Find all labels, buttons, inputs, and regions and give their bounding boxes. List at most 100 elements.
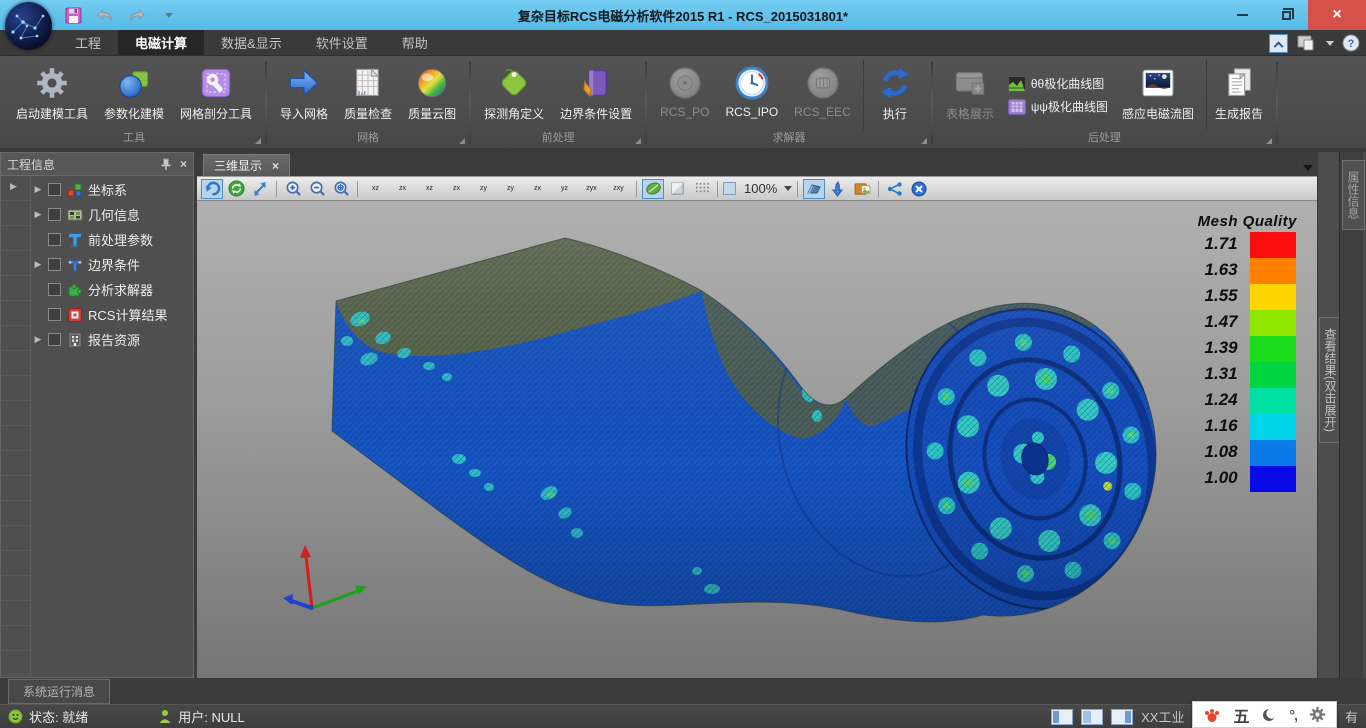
expand-arrow-icon[interactable] [33,184,43,195]
checkbox[interactable] [48,308,61,321]
ime-punctuation-label[interactable]: °, [1289,707,1297,723]
toolbar-overflow-icon[interactable] [1303,165,1313,171]
restore-button[interactable] [1264,0,1308,30]
tab-help[interactable]: 帮助 [385,30,445,55]
layout-right-panel-button[interactable] [1111,709,1133,725]
tab-software-settings[interactable]: 软件设置 [299,30,385,55]
theta-polarization-curve-button[interactable]: θθ极化曲线图 [1008,75,1108,92]
ime-settings-gear-icon[interactable] [1309,706,1326,723]
tree-item-boundary-conditions[interactable]: 边界条件 [31,252,193,277]
coordinate-system-icon [66,181,83,198]
import-view-button[interactable] [827,179,849,199]
table-display-button[interactable]: 表格展示 [938,60,1002,130]
layout-left-panel-button[interactable] [1051,709,1073,725]
solver-rcs-ipo-button[interactable]: RCS_IPO [717,60,786,130]
close-view-button[interactable] [908,179,930,199]
undo-button[interactable] [96,6,114,24]
panel-close-icon[interactable]: × [180,157,187,171]
checkbox[interactable] [48,283,61,296]
generate-report-button[interactable]: 生成报告 [1206,60,1271,130]
qat-customize-button[interactable] [160,6,178,24]
expand-arrow-icon[interactable] [33,334,43,345]
expand-arrow-icon[interactable] [33,209,43,220]
orbit-view-button[interactable] [225,179,247,199]
boundary-condition-settings-button[interactable]: 边界条件设置 [552,60,640,130]
tree-item-coordinate-system[interactable]: 坐标系 [31,177,193,202]
tab-3d-display[interactable]: 三维显示 [203,154,290,176]
mesh-partition-tool-button[interactable]: 网格剖分工具 [172,60,260,130]
import-mesh-button[interactable]: 导入网格 [272,60,336,130]
viewport-3d[interactable]: Mesh Quality 1.71 1.63 1.55 1.47 1.39 1.… [197,200,1317,678]
zoom-fit-button[interactable] [330,179,352,199]
tree-item-geometry-info[interactable]: 几何信息 [31,202,193,227]
launch-modeling-tool-button[interactable]: 启动建模工具 [8,60,96,130]
snapshot-button[interactable] [851,179,873,199]
tab-project[interactable]: 工程 [58,30,118,55]
app-logo[interactable] [5,2,52,50]
view-orientation-button[interactable]: zy [498,179,523,199]
checkbox[interactable] [48,208,61,221]
checkbox[interactable] [48,183,61,196]
flat-render-button[interactable] [666,179,688,199]
view-orientation-button[interactable]: yz [552,179,577,199]
zoom-dropdown-icon[interactable] [784,186,792,191]
tree-gutter[interactable] [1,176,31,677]
view-orientation-button[interactable]: zx [390,179,415,199]
ime-moon-icon[interactable] [1261,707,1277,723]
fit-view-button[interactable] [249,179,271,199]
checkbox[interactable] [48,333,61,346]
view-orientation-button[interactable]: zy [471,179,496,199]
checkbox[interactable] [48,233,61,246]
tab-data-display[interactable]: 数据&显示 [204,30,299,55]
style-switch-icon[interactable] [1296,34,1318,52]
layout-split-button[interactable] [1081,709,1103,725]
tab-close-icon[interactable] [272,159,279,173]
tree-item-rcs-results[interactable]: RCS计算结果 [31,302,193,327]
project-panel-title: 工程信息 [7,156,55,173]
induction-current-map-button[interactable]: 感应电磁流图 [1114,60,1202,130]
tree-item-analysis-solver[interactable]: 分析求解器 [31,277,193,302]
solver-rcs-po-button[interactable]: RCS_PO [652,60,717,130]
save-button[interactable] [64,6,82,24]
solver-rcs-eec-button[interactable]: RCS_EEC [786,60,859,130]
zoom-level-value[interactable]: 100% [744,181,777,196]
legend-row: 1.39 [1194,336,1297,362]
zoom-in-button[interactable] [282,179,304,199]
shaded-render-button[interactable] [642,179,664,199]
legend-color-swatch [1250,466,1296,492]
close-button[interactable] [1308,0,1366,30]
view-orientation-button[interactable]: xz [363,179,388,199]
redo-button[interactable] [128,6,146,24]
share-view-button[interactable] [884,179,906,199]
help-icon[interactable]: ? [1342,34,1360,52]
quality-check-button[interactable]: 质量检查 [336,60,400,130]
ime-paw-icon[interactable] [1203,707,1221,723]
view-orientation-button[interactable]: zx [444,179,469,199]
collapse-ribbon-button[interactable] [1269,34,1288,53]
tree-item-report-resources[interactable]: 报告资源 [31,327,193,352]
zoom-out-button[interactable] [306,179,328,199]
expand-arrow-icon[interactable] [33,259,43,270]
view-orientation-button[interactable]: xz [417,179,442,199]
view-orientation-button[interactable]: zxy [606,179,631,199]
view-orientation-button[interactable]: zx [525,179,550,199]
rotate-view-button[interactable] [201,179,223,199]
tree-item-preprocess-params[interactable]: 前处理参数 [31,227,193,252]
execute-button[interactable]: 执行 [863,60,926,130]
view-orientation-button[interactable]: zyx [579,179,604,199]
checkbox[interactable] [48,258,61,271]
quality-cloud-button[interactable]: 质量云图 [400,60,464,130]
properties-tab[interactable]: 属性信息 [1342,160,1365,230]
ime-mode-label[interactable]: 五 [1233,703,1249,727]
viewer-toolbar: xz zx xz zx zy zy zx yz zyx zxy 100% [197,176,1317,200]
probe-angle-define-button[interactable]: 探测角定义 [476,60,552,130]
psi-polarization-curve-button[interactable]: ψψ极化曲线图 [1008,98,1108,115]
points-render-button[interactable] [690,179,712,199]
minimize-button[interactable] [1220,0,1264,30]
system-messages-tab[interactable]: 系统运行消息 [8,679,110,704]
pin-icon[interactable] [160,158,172,171]
tab-em-computation[interactable]: 电磁计算 [118,30,204,55]
chevron-down-icon[interactable] [1326,41,1334,46]
clip-plane-button[interactable] [803,179,825,199]
parametric-modeling-button[interactable]: 参数化建模 [96,60,172,130]
